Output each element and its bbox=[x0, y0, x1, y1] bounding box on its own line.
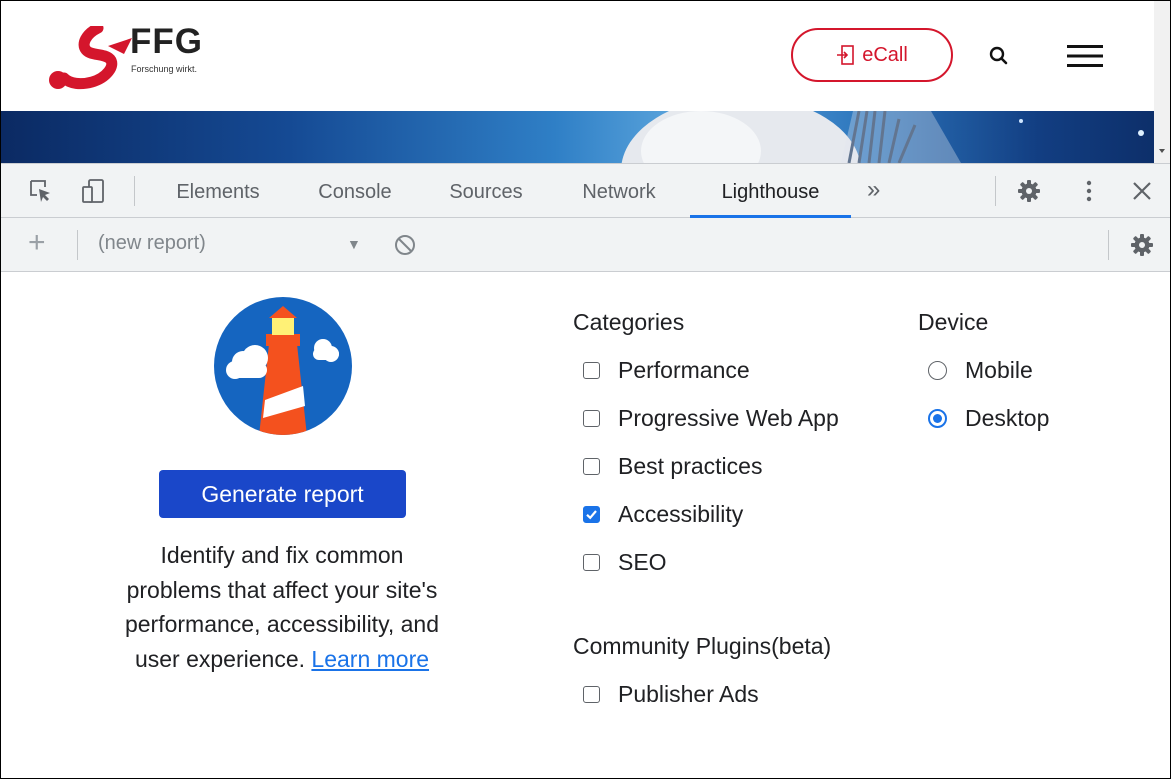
toolbar-divider bbox=[77, 230, 78, 260]
ffg-logo[interactable]: FFG Forschung wirkt. bbox=[48, 22, 238, 91]
more-tabs-button[interactable]: » bbox=[867, 164, 880, 218]
learn-more-link[interactable]: Learn more bbox=[311, 646, 429, 672]
best-practices-checkbox[interactable] bbox=[583, 458, 600, 475]
toolbar-divider bbox=[134, 176, 135, 206]
generate-report-button[interactable]: Generate report bbox=[159, 470, 406, 518]
device-label: Mobile bbox=[965, 357, 1033, 383]
plugin-publisher-ads[interactable]: Publisher Ads bbox=[583, 681, 759, 708]
tab-elements[interactable]: Elements bbox=[170, 164, 266, 218]
performance-checkbox[interactable] bbox=[583, 362, 600, 379]
close-devtools-icon[interactable] bbox=[1129, 178, 1155, 204]
scroll-down-arrow-icon[interactable] bbox=[1154, 143, 1170, 159]
community-plugins-heading: Community Plugins(beta) bbox=[573, 633, 832, 659]
ecall-button[interactable]: eCall bbox=[791, 28, 953, 82]
publisher-ads-checkbox[interactable] bbox=[583, 686, 600, 703]
seo-checkbox[interactable] bbox=[583, 554, 600, 571]
hamburger-menu-icon[interactable] bbox=[1067, 42, 1103, 70]
tab-console[interactable]: Console bbox=[312, 164, 398, 218]
toolbar-divider bbox=[995, 176, 996, 206]
search-icon[interactable] bbox=[986, 43, 1012, 69]
report-select[interactable]: (new report) bbox=[98, 232, 206, 255]
hero-illustration bbox=[621, 111, 1144, 163]
pwa-checkbox[interactable] bbox=[583, 410, 600, 427]
category-label: SEO bbox=[618, 549, 667, 575]
lighthouse-toolbar: + (new report) ▼ bbox=[1, 218, 1170, 272]
device-label: Desktop bbox=[965, 405, 1050, 431]
category-pwa[interactable]: Progressive Web App bbox=[583, 405, 839, 432]
category-label: Progressive Web App bbox=[618, 405, 839, 431]
page-scrollbar[interactable] bbox=[1154, 1, 1170, 163]
lighthouse-start-panel: Generate report Identify and fix common … bbox=[1, 272, 1170, 778]
category-accessibility[interactable]: Accessibility bbox=[583, 501, 743, 528]
lighthouse-description: Identify and fix common problems that af… bbox=[112, 538, 452, 676]
tab-network[interactable]: Network bbox=[573, 164, 665, 218]
category-label: Accessibility bbox=[618, 501, 744, 527]
device-toolbar-icon[interactable] bbox=[81, 178, 107, 204]
lighthouse-logo-icon bbox=[214, 297, 352, 435]
site-header: FFG Forschung wirkt. eCall bbox=[1, 1, 1154, 111]
devtools-tab-bar: Elements Console Sources Network Lightho… bbox=[1, 163, 1170, 218]
category-performance[interactable]: Performance bbox=[583, 357, 750, 384]
device-mobile[interactable]: Mobile bbox=[928, 357, 1033, 384]
dropdown-arrow-icon[interactable]: ▼ bbox=[347, 236, 361, 252]
category-label: Performance bbox=[618, 357, 750, 383]
mobile-radio[interactable] bbox=[928, 361, 947, 380]
category-best-practices[interactable]: Best practices bbox=[583, 453, 762, 480]
categories-heading: Categories bbox=[573, 309, 685, 335]
toolbar-divider bbox=[1108, 230, 1109, 260]
tab-lighthouse[interactable]: Lighthouse bbox=[690, 164, 851, 218]
inspect-element-icon[interactable] bbox=[28, 178, 54, 204]
logo-tagline: Forschung wirkt. bbox=[131, 64, 198, 74]
browser-window: FFG Forschung wirkt. eCall Elements Cons… bbox=[0, 0, 1171, 779]
desktop-radio[interactable] bbox=[928, 409, 947, 428]
more-options-kebab-icon[interactable] bbox=[1076, 178, 1102, 204]
hero-image bbox=[1, 111, 1154, 163]
new-report-plus-icon[interactable]: + bbox=[28, 226, 46, 260]
category-seo[interactable]: SEO bbox=[583, 549, 667, 576]
ffg-logo-mark-icon bbox=[49, 26, 132, 90]
tab-sources[interactable]: Sources bbox=[444, 164, 528, 218]
category-label: Best practices bbox=[618, 453, 763, 479]
settings-gear-icon[interactable] bbox=[1016, 178, 1042, 204]
ecall-label: eCall bbox=[862, 43, 908, 66]
login-icon bbox=[837, 45, 855, 65]
lighthouse-settings-gear-icon[interactable] bbox=[1129, 232, 1155, 258]
device-heading: Device bbox=[918, 309, 989, 335]
accessibility-checkbox[interactable] bbox=[583, 506, 600, 523]
clear-reports-block-icon[interactable] bbox=[393, 233, 417, 257]
checkmark-icon bbox=[586, 510, 597, 520]
plugin-label: Publisher Ads bbox=[618, 681, 759, 707]
logo-text: FFG bbox=[130, 22, 203, 61]
device-desktop[interactable]: Desktop bbox=[928, 405, 1049, 432]
